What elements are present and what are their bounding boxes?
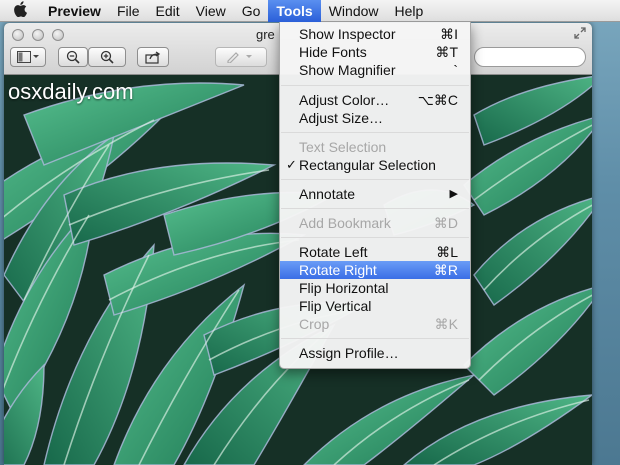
menu-separator <box>281 179 469 180</box>
fullscreen-icon[interactable] <box>574 27 586 42</box>
close-window-button[interactable] <box>12 29 24 41</box>
pen-icon <box>227 52 252 63</box>
submenu-arrow-icon: ▶ <box>449 188 458 200</box>
menu-item-flip-horizontal[interactable]: Flip Horizontal <box>280 279 470 297</box>
fullscreen-arrows-icon <box>574 27 586 39</box>
menu-go[interactable]: Go <box>234 0 269 22</box>
menu-separator <box>281 338 469 339</box>
sidebar-icon <box>17 51 39 63</box>
zoom-in-icon <box>100 50 114 64</box>
menu-window[interactable]: Window <box>321 0 387 22</box>
menu-item-rotate-left[interactable]: Rotate Left ⌘L <box>280 243 470 261</box>
menu-view[interactable]: View <box>188 0 234 22</box>
zoom-window-button[interactable] <box>52 29 64 41</box>
menu-help[interactable]: Help <box>387 0 432 22</box>
apple-menu-icon[interactable] <box>0 0 40 21</box>
checkmark-icon: ✓ <box>286 157 297 172</box>
search-input[interactable] <box>474 47 586 67</box>
menu-item-text-selection: Text Selection <box>299 139 387 155</box>
apple-logo-icon <box>14 0 27 17</box>
menu-tools[interactable]: Tools <box>268 0 321 22</box>
sidebar-view-button[interactable] <box>10 47 46 67</box>
menu-item-show-magnifier[interactable]: Show Magnifier ` <box>280 61 470 79</box>
menu-item-add-bookmark: Add Bookmark ⌘D <box>299 215 458 231</box>
zoom-out-icon <box>66 50 80 64</box>
zoom-in-button[interactable] <box>88 47 126 67</box>
share-button[interactable] <box>137 47 169 67</box>
annotate-button[interactable] <box>215 47 267 67</box>
menu-item-adjust-size[interactable]: Adjust Size… <box>280 109 470 127</box>
menu-edit[interactable]: Edit <box>148 0 188 22</box>
zoom-out-button[interactable] <box>58 47 88 67</box>
menu-file[interactable]: File <box>109 0 148 22</box>
document-title: gre <box>256 27 275 42</box>
menu-bar: Preview File Edit View Go Tools Window H… <box>0 0 620 22</box>
menu-item-rotate-right[interactable]: Rotate Right ⌘R <box>280 261 470 279</box>
menu-item-show-inspector[interactable]: Show Inspector ⌘I <box>280 25 470 43</box>
menu-app-preview[interactable]: Preview <box>40 0 109 22</box>
menu-separator <box>281 208 469 209</box>
menu-item-flip-vertical[interactable]: Flip Vertical <box>280 297 470 315</box>
menu-item-assign-profile[interactable]: Assign Profile… <box>280 344 470 362</box>
watermark-text: osxdaily.com <box>8 79 134 104</box>
share-icon <box>145 50 161 64</box>
menu-item-rectangular-selection[interactable]: ✓ Rectangular Selection <box>280 156 470 174</box>
menu-item-crop: Crop ⌘K <box>299 316 458 332</box>
menu-separator <box>281 132 469 133</box>
menu-item-annotate[interactable]: Annotate ▶ <box>280 185 470 203</box>
menu-separator <box>281 85 469 86</box>
tools-menu-dropdown: Show Inspector ⌘I Hide Fonts ⌘T Show Mag… <box>279 22 471 369</box>
menu-separator <box>281 237 469 238</box>
minimize-window-button[interactable] <box>32 29 44 41</box>
menu-item-hide-fonts[interactable]: Hide Fonts ⌘T <box>280 43 470 61</box>
menu-item-adjust-color[interactable]: Adjust Color… ⌥⌘C <box>280 91 470 109</box>
